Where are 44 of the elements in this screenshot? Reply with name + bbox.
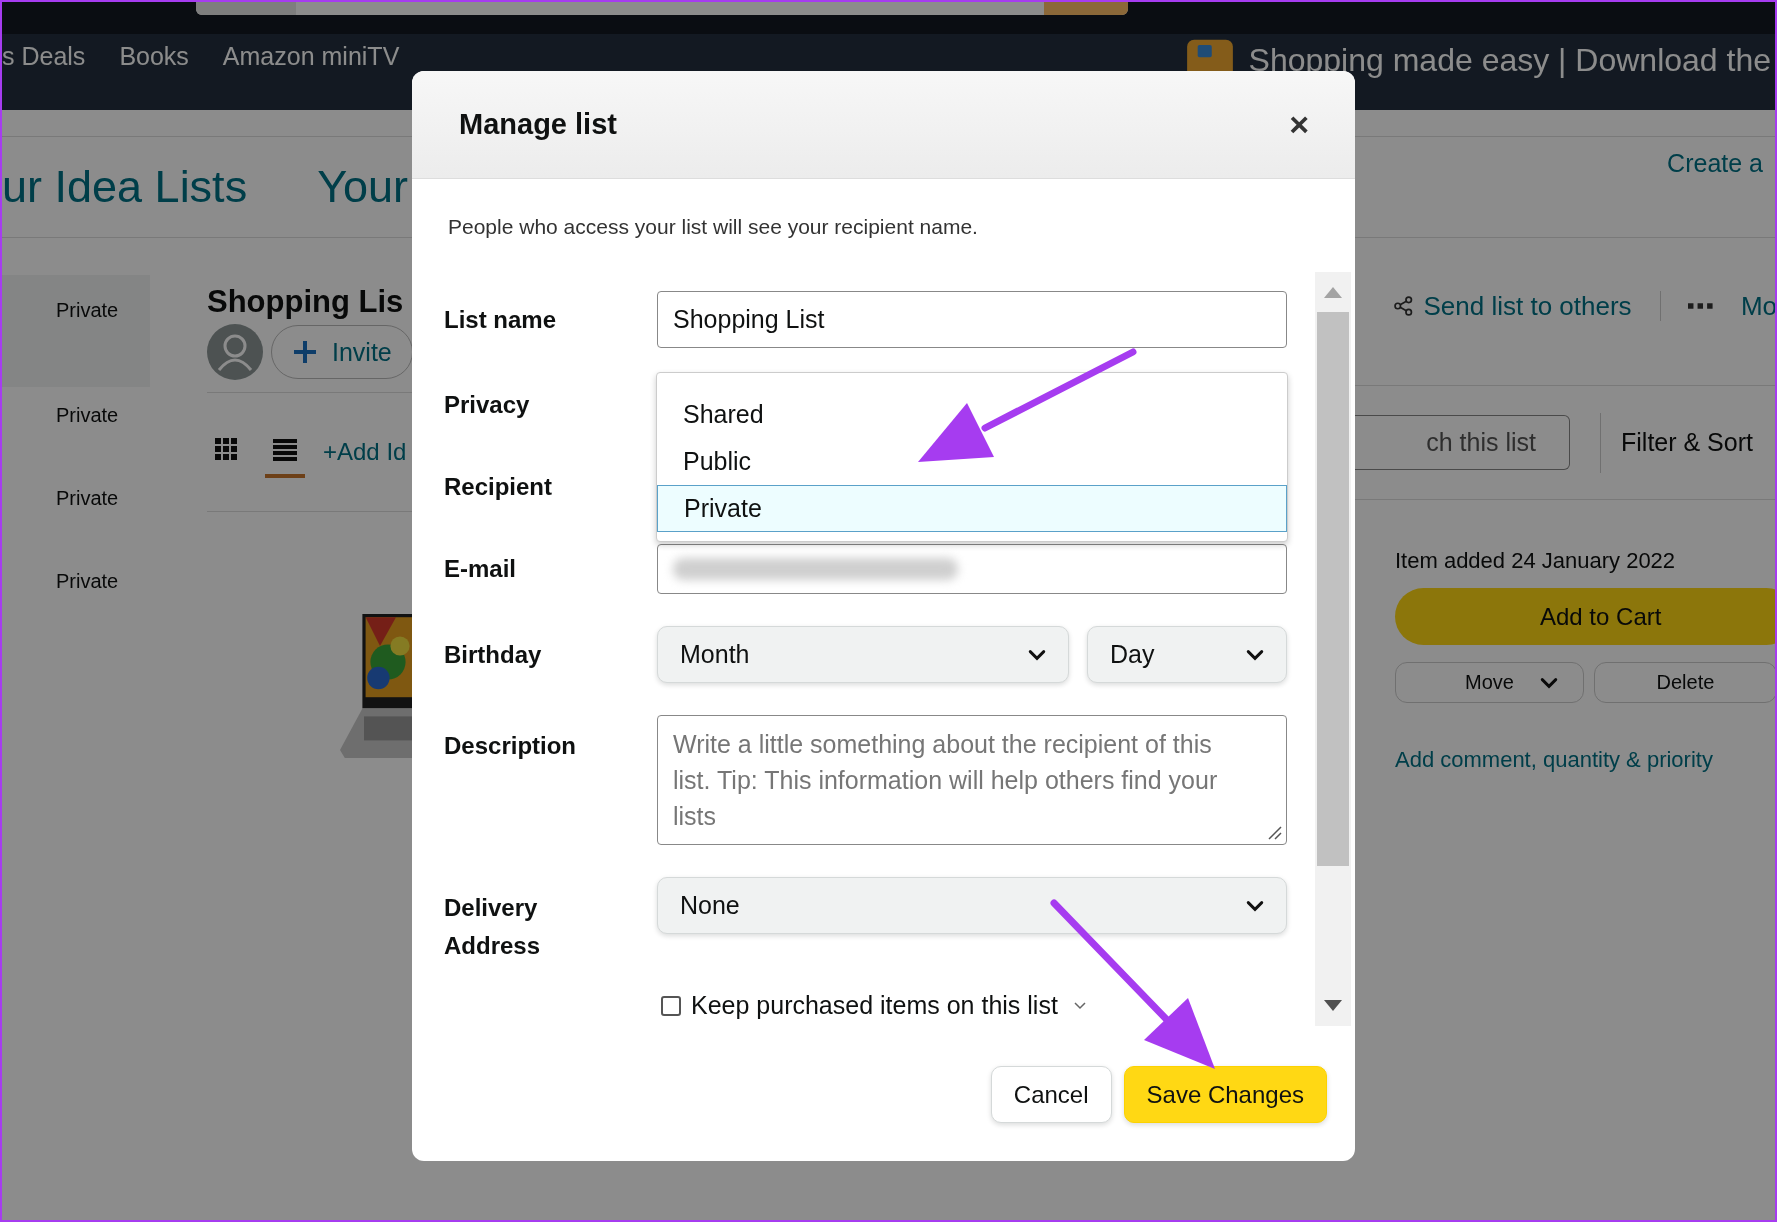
cancel-button[interactable]: Cancel [990,1066,1112,1123]
page-tab[interactable]: Your [317,161,409,213]
select-field[interactable]: Month [657,626,1069,683]
select-field[interactable]: None [657,877,1287,934]
dropdown-option[interactable]: Shared [657,391,1287,438]
field-label: Recipient [444,472,553,502]
more-link[interactable]: Mo [1740,290,1777,322]
dropdown-option[interactable]: Public [657,438,1287,485]
close-button[interactable]: × [1283,105,1315,144]
save-button[interactable]: Save Changes [1123,1066,1327,1123]
create-list-link[interactable]: Create a [1667,149,1763,178]
page-tab[interactable]: ur Idea Lists [2,161,248,213]
dropdown-option[interactable]: Private [657,485,1287,532]
move-button[interactable]: Move [1395,662,1584,703]
field-label: Privacy [444,390,530,420]
nav-link[interactable]: s Deals [2,42,86,71]
list-name-field[interactable]: Shopping List [657,291,1287,348]
delete-button[interactable]: Delete [1593,662,1777,703]
filter-sort-link[interactable]: Filter & Sort [1621,428,1753,457]
field-label: Birthday [444,639,542,670]
description-field[interactable]: Write a little something about the recipient of this list. Tip: This information will help others find your lists [657,715,1287,845]
list-title: Shopping Lis [207,284,404,320]
notice-text: People who access your list will see your recipient name. [448,215,979,239]
item-date: Item added 24 January 2022 [1395,548,1677,574]
list-item[interactable]: Private [0,553,150,636]
add-to-cart-button[interactable]: Add to Cart [1395,588,1777,645]
send-list-link[interactable]: Send list to others [1423,290,1632,322]
nav-link[interactable]: Books [119,42,189,71]
field-label: E-mail [444,554,517,584]
dialog-title: Manage list [459,108,617,141]
list-item[interactable]: Private [0,470,150,553]
nav-link[interactable]: Amazon miniTV [222,42,400,71]
list-item[interactable]: Private [0,387,150,470]
invite-button[interactable]: Invite [271,325,413,379]
field-label: List name [444,304,557,335]
field-label: Description [444,731,577,761]
select-field[interactable]: Day [1087,626,1287,683]
app-banner-text[interactable]: Shopping made easy | Download the [1248,41,1771,79]
keep-purchased-checkbox[interactable]: Keep purchased items on this list [657,991,1086,1020]
field-label: Delivery Address [444,893,542,961]
add-comment-link[interactable]: Add comment, quantity & priority [1395,747,1777,773]
list-item[interactable]: Private [0,275,150,387]
add-idea-link[interactable]: +Add Id [323,438,407,466]
search-field[interactable]: ch this list [1355,415,1570,470]
